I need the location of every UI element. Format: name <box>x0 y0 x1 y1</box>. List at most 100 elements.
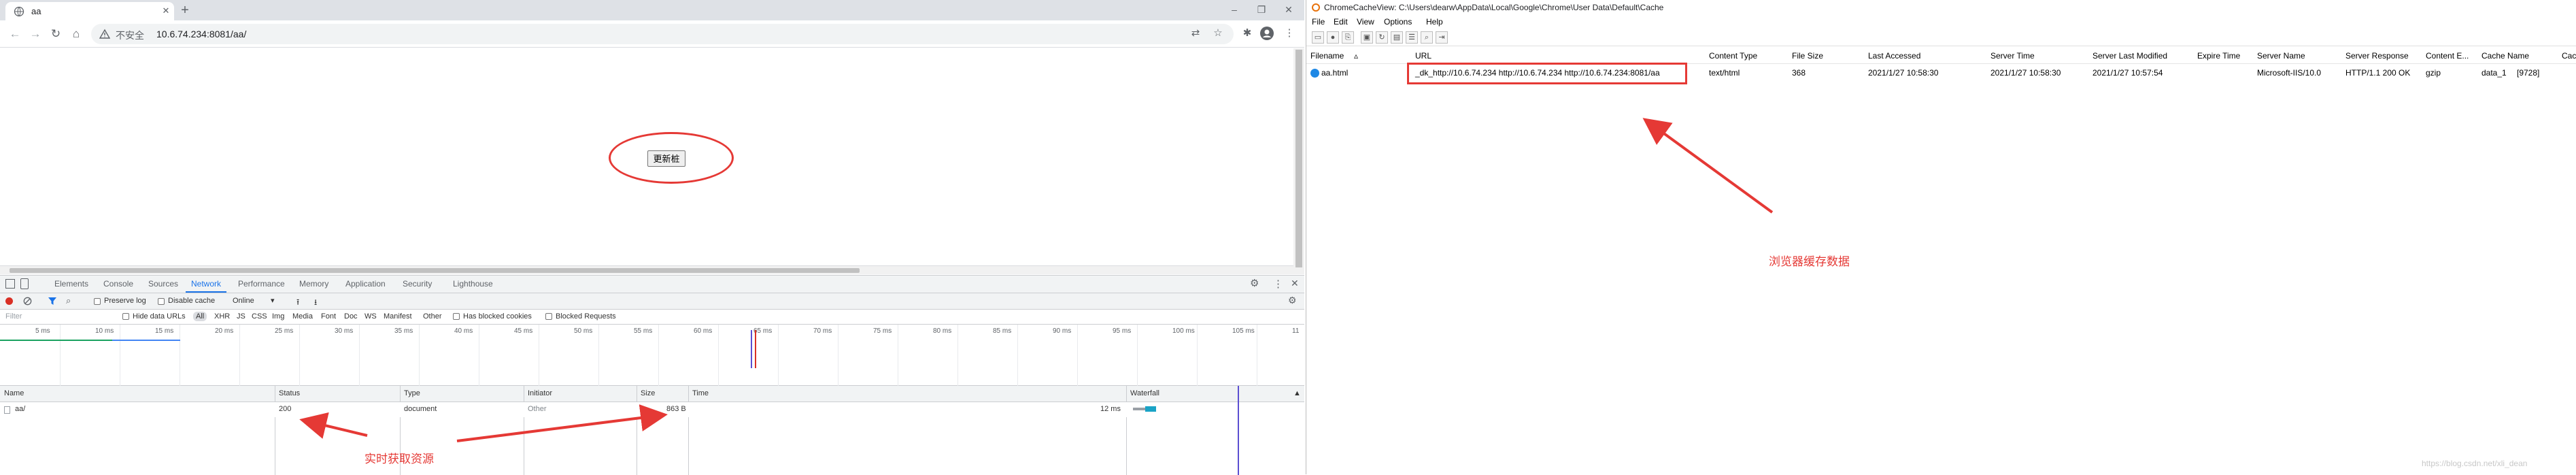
menu-dots-icon[interactable]: ⋮ <box>1273 278 1283 290</box>
type-filter-css[interactable]: CSS <box>252 312 267 321</box>
col-name[interactable]: Name <box>4 389 24 397</box>
close-icon[interactable]: ✕ <box>1291 278 1299 289</box>
col-last-accessed[interactable]: Last Accessed <box>1868 51 1920 61</box>
new-tab-button[interactable]: + <box>178 3 192 17</box>
type-filter-img[interactable]: Img <box>272 312 284 321</box>
extensions-icon[interactable]: ✱ <box>1239 26 1255 42</box>
reload-icon[interactable]: ↻ <box>48 27 64 43</box>
scroll-thumb[interactable] <box>10 268 860 273</box>
sort-up-icon[interactable]: ▲ <box>1293 389 1301 397</box>
page-vertical-scrollbar[interactable] <box>1293 48 1304 274</box>
col-file-size[interactable]: File Size <box>1792 51 1823 61</box>
filter-input[interactable]: Filter <box>5 312 22 321</box>
import-har-icon[interactable]: ⭱ <box>296 296 299 310</box>
blocked-requests-checkbox[interactable] <box>545 313 552 320</box>
col-type[interactable]: Type <box>404 389 420 397</box>
tab-application[interactable]: Application <box>345 279 386 289</box>
request-name[interactable]: aa/ <box>15 405 25 413</box>
network-overview[interactable]: 5 ms 10 ms 15 ms 20 ms 25 ms 30 ms 35 ms 40 ms 4… <box>0 325 1317 386</box>
col-server-time[interactable]: Server Time <box>1990 51 2035 61</box>
type-filter-font[interactable]: Font <box>321 312 336 321</box>
stop-icon[interactable]: ● <box>1327 31 1339 44</box>
chevron-down-icon[interactable]: ▾ <box>271 296 275 305</box>
col-filename[interactable]: Filename <box>1310 51 1344 61</box>
disable-cache-checkbox[interactable] <box>158 298 165 305</box>
menu-options[interactable]: Options <box>1384 17 1412 27</box>
open-folder-icon[interactable]: ▭ <box>1312 31 1324 44</box>
browser-tab[interactable]: aa ✕ <box>5 2 174 20</box>
cache-filename[interactable]: aa.html <box>1321 68 1348 78</box>
table-row[interactable]: aa/ 200 document Other 863 B 12 ms <box>0 402 1304 417</box>
inspect-icon[interactable] <box>5 279 15 289</box>
type-filter-xhr[interactable]: XHR <box>214 312 230 321</box>
html-report-icon[interactable]: ▤ <box>1391 31 1403 44</box>
exit-icon[interactable]: ⇥ <box>1436 31 1448 44</box>
col-content-type[interactable]: Content Type <box>1709 51 1757 61</box>
tab-memory[interactable]: Memory <box>299 279 328 289</box>
translate-icon[interactable]: ⇄ <box>1187 26 1204 42</box>
menu-edit[interactable]: Edit <box>1334 17 1348 27</box>
window-close-icon[interactable]: ✕ <box>1283 4 1295 16</box>
clear-icon[interactable] <box>23 297 32 306</box>
star-icon[interactable]: ☆ <box>1210 26 1226 42</box>
tab-security[interactable]: Security <box>403 279 432 289</box>
tab-network[interactable]: Network <box>191 279 221 289</box>
tab-console[interactable]: Console <box>103 279 133 289</box>
filter-icon[interactable] <box>48 297 57 306</box>
col-size[interactable]: Size <box>641 389 655 397</box>
col-server-last-modified[interactable]: Server Last Modified <box>2092 51 2167 61</box>
throttle-select[interactable]: Online <box>233 297 254 305</box>
minimize-icon[interactable]: – <box>1228 4 1240 16</box>
type-filter-doc[interactable]: Doc <box>344 312 358 321</box>
col-server-name[interactable]: Server Name <box>2257 51 2305 61</box>
col-content-encoding[interactable]: Content E... <box>2426 51 2469 61</box>
back-icon[interactable]: ← <box>7 27 23 43</box>
type-filter-js[interactable]: JS <box>237 312 245 321</box>
type-filter-media[interactable]: Media <box>292 312 313 321</box>
copy-icon[interactable]: ⎘ <box>1342 31 1354 44</box>
search-icon[interactable]: ⌕ <box>66 295 71 306</box>
col-waterfall[interactable]: Waterfall <box>1130 389 1159 397</box>
warning-icon[interactable] <box>99 29 110 39</box>
col-time[interactable]: Time <box>692 389 709 397</box>
refresh-icon[interactable]: ↻ <box>1376 31 1388 44</box>
url-text[interactable]: 10.6.74.234:8081/aa/ <box>156 29 246 39</box>
preserve-log-checkbox[interactable] <box>94 298 101 305</box>
forward-icon[interactable]: → <box>27 27 44 43</box>
tab-lighthouse[interactable]: Lighthouse <box>453 279 493 289</box>
home-icon[interactable]: ⌂ <box>68 27 84 43</box>
properties-icon[interactable]: ☰ <box>1406 31 1418 44</box>
type-filter-manifest[interactable]: Manifest <box>384 312 412 321</box>
tab-sources[interactable]: Sources <box>148 279 178 289</box>
avatar[interactable] <box>1259 26 1276 42</box>
find-icon[interactable]: ⌕ <box>1421 31 1433 44</box>
save-icon[interactable]: ▣ <box>1361 31 1373 44</box>
col-expire-time[interactable]: Expire Time <box>2197 51 2240 61</box>
has-blocked-cookies-checkbox[interactable] <box>453 313 460 320</box>
col-cache-name[interactable]: Cache Name <box>2481 51 2529 61</box>
device-toolbar-icon[interactable] <box>20 278 29 289</box>
insecure-label[interactable]: 不安全 <box>116 29 144 42</box>
col-server-response[interactable]: Server Response <box>2345 51 2409 61</box>
maximize-icon[interactable]: ❐ <box>1255 4 1268 16</box>
col-cache-truncated[interactable]: Cac <box>2562 51 2576 61</box>
tab-elements[interactable]: Elements <box>54 279 88 289</box>
settings-gear-icon[interactable]: ⚙ <box>1250 277 1259 289</box>
scroll-thumb[interactable] <box>1295 50 1302 267</box>
export-har-icon[interactable]: ⭳ <box>314 296 317 310</box>
col-status[interactable]: Status <box>279 389 300 397</box>
col-url[interactable]: URL <box>1415 51 1431 61</box>
address-bar[interactable]: 不安全 10.6.74.234:8081/aa/ ⇄ ☆ <box>91 24 1234 44</box>
type-filter-other[interactable]: Other <box>423 312 442 321</box>
col-initiator[interactable]: Initiator <box>528 389 552 397</box>
tab-performance[interactable]: Performance <box>238 279 285 289</box>
menu-dots-icon[interactable]: ⋮ <box>1281 26 1298 42</box>
page-horizontal-scrollbar[interactable] <box>0 265 1293 274</box>
hide-data-urls-checkbox[interactable] <box>122 313 129 320</box>
type-filter-all[interactable]: All <box>193 312 207 321</box>
menu-file[interactable]: File <box>1312 17 1325 27</box>
close-icon[interactable]: ✕ <box>160 5 171 16</box>
menu-view[interactable]: View <box>1357 17 1374 27</box>
menu-help[interactable]: Help <box>1426 17 1443 27</box>
network-settings-gear-icon[interactable]: ⚙ <box>1288 295 1297 306</box>
